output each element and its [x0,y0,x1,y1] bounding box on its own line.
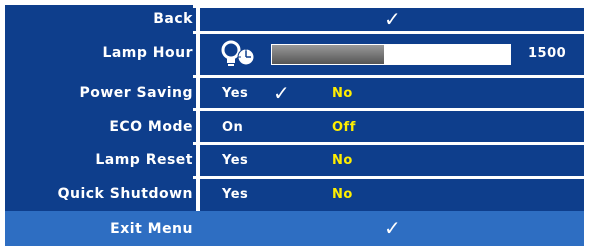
osd-menu-panel [5,5,584,246]
power-saving-current-check-icon: ✓ [273,81,290,105]
row-divider [193,31,584,34]
exit-check-icon[interactable]: ✓ [384,218,401,238]
power-saving-label[interactable]: Power Saving [79,85,193,101]
row-divider [193,142,584,145]
back-item[interactable]: Back [153,11,193,27]
lamp-clock-icon [221,40,255,66]
lamp-hour-value: 1500 [528,46,567,61]
quick-shutdown-option-yes[interactable]: Yes [222,187,248,203]
row-divider [193,75,584,78]
lamp-reset-option-yes[interactable]: Yes [222,153,248,169]
lamp-reset-label[interactable]: Lamp Reset [95,152,193,168]
lamp-hour-label: Lamp Hour [102,45,193,61]
quick-shutdown-option-no[interactable]: No [332,187,353,203]
power-saving-option-no[interactable]: No [332,86,353,102]
back-check-icon[interactable]: ✓ [384,9,401,29]
column-divider [196,5,200,211]
eco-mode-option-off[interactable]: Off [332,120,356,136]
row-divider [193,108,584,111]
exit-menu-bar[interactable] [5,211,584,246]
lamp-reset-option-no[interactable]: No [332,153,353,169]
power-saving-option-yes[interactable]: Yes [222,86,248,102]
lamp-hour-progress-fill [272,45,384,64]
exit-menu-item[interactable]: Exit Menu [110,221,193,237]
eco-mode-label[interactable]: ECO Mode [109,119,193,135]
lamp-hour-progress-bar [271,44,511,65]
eco-mode-option-on[interactable]: On [222,120,243,136]
row-divider [193,176,584,179]
quick-shutdown-label[interactable]: Quick Shutdown [58,186,193,202]
